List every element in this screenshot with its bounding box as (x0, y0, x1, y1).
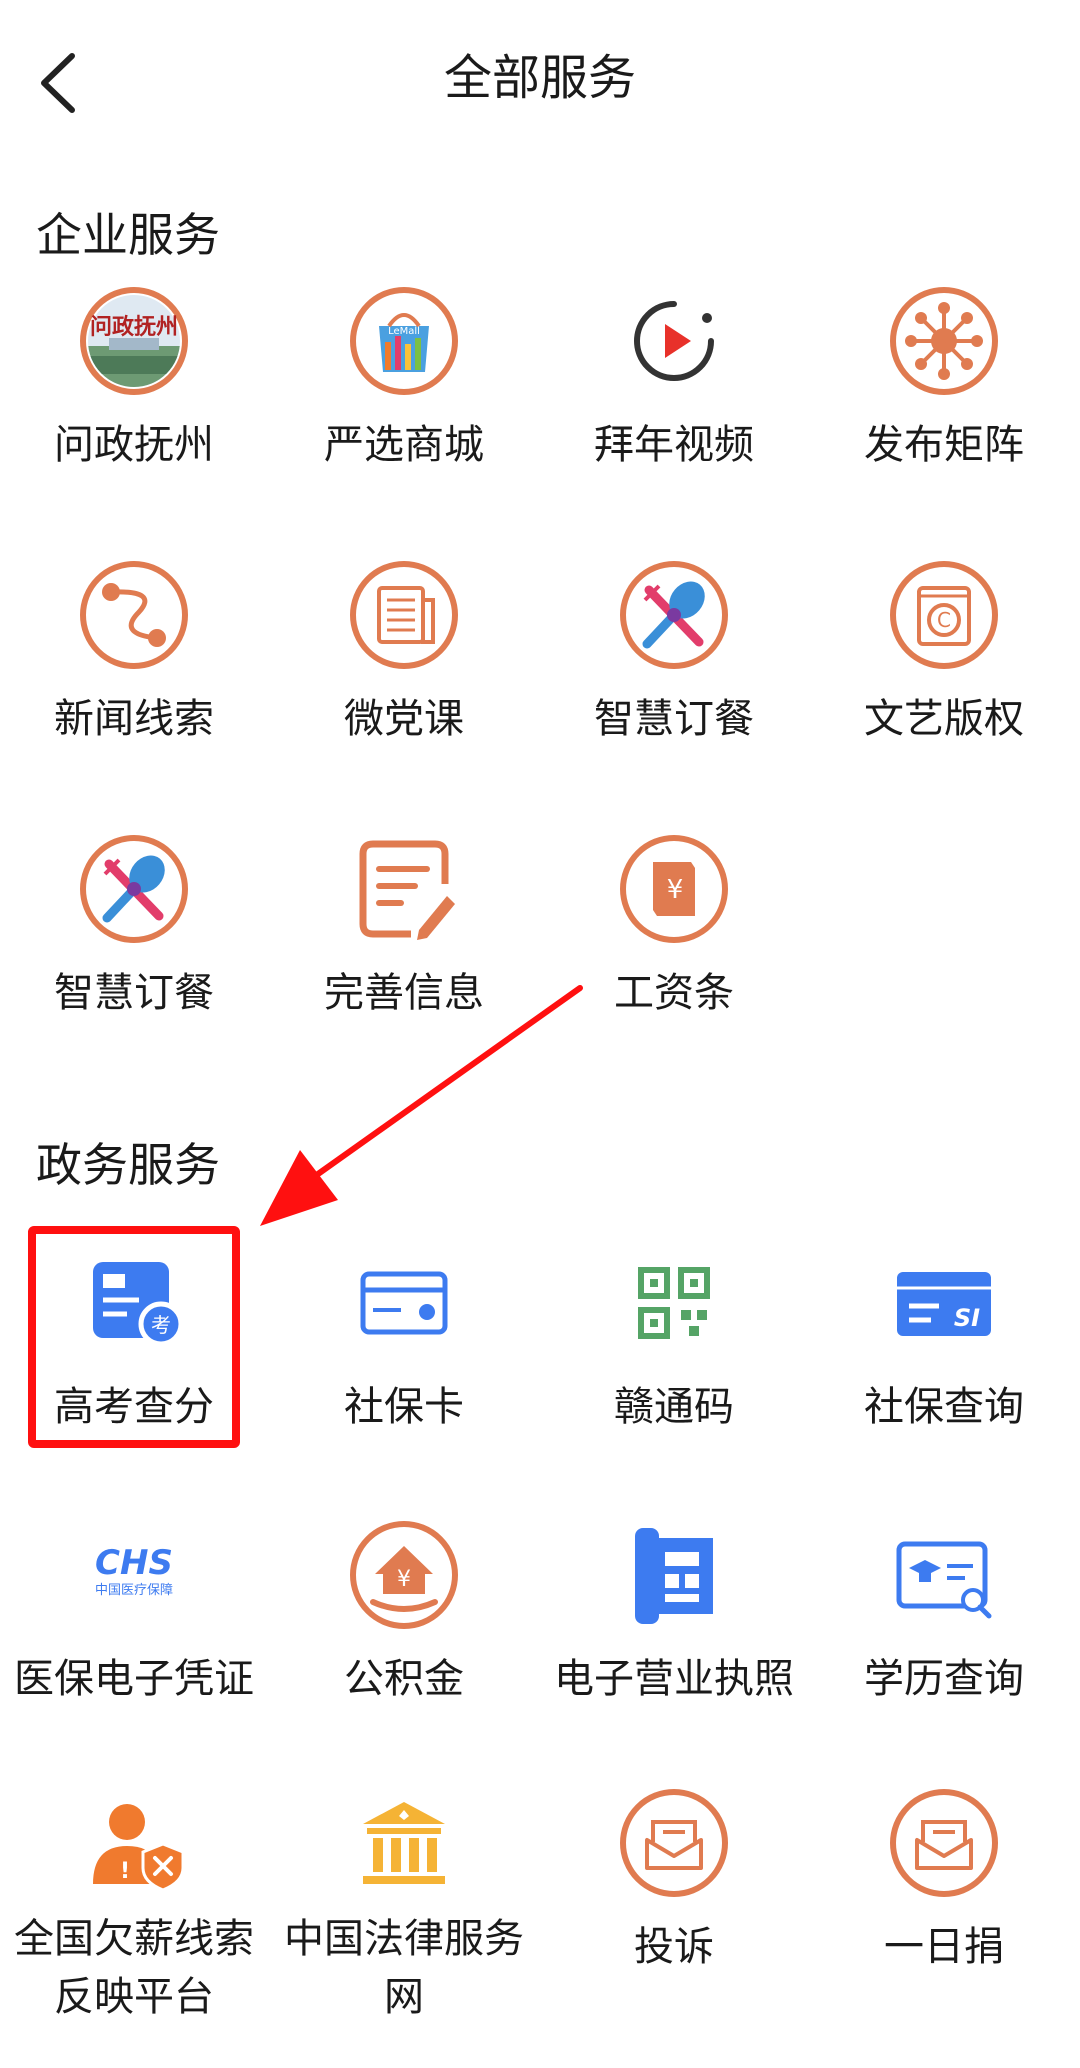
service-label: 学历查询 (864, 1656, 1024, 1702)
copyright-book-icon: C (890, 561, 998, 669)
newspaper-icon (350, 561, 458, 669)
service-item-matrix[interactable]: 发布矩阵 (810, 286, 1078, 486)
chs-logo-text: CHS (95, 1543, 173, 1583)
housing-fund-icon: ¥ (350, 1521, 458, 1629)
wage-arrears-report-icon: ! (93, 1804, 185, 1892)
service-item-complete-info[interactable]: 完善信息 (270, 834, 538, 1034)
business-license-icon (635, 1528, 713, 1624)
service-item-education[interactable]: 学历查询 (810, 1520, 1078, 1720)
service-label: 全国欠薪线索反映平台 (14, 1916, 254, 2020)
service-item-news-clue[interactable]: 新闻线索 (0, 560, 268, 760)
complaint-mail-icon (620, 1789, 728, 1897)
page-title: 全部服务 (443, 50, 636, 106)
donation-mail-icon (890, 1789, 998, 1897)
education-certificate-icon (896, 1541, 992, 1619)
chs-sub-text: 中国医疗保障 (95, 1583, 173, 1598)
court-building-icon (363, 1802, 445, 1884)
service-label: 社保查询 (864, 1384, 1024, 1430)
route-path-icon (80, 561, 188, 669)
service-item-social-query[interactable]: SI 社保查询 (810, 1248, 1078, 1448)
service-label: 发布矩阵 (864, 422, 1024, 468)
spoon-fork-icon (80, 835, 188, 943)
section-title-government: 政务服务 (36, 1138, 220, 1192)
si-card-icon: SI (897, 1272, 991, 1336)
service-item-smart-meal[interactable]: 智慧订餐 (540, 560, 808, 760)
service-item-copyright[interactable]: C 文艺版权 (810, 560, 1078, 760)
svg-text:!: ! (120, 1859, 130, 1884)
service-item-medical-voucher[interactable]: CHS 中国医疗保障 医保电子凭证 (0, 1520, 268, 1720)
service-item-wenzheng[interactable]: 问政抚州 问政抚州 (0, 286, 268, 486)
svg-text:LeMall: LeMall (388, 326, 420, 337)
svg-text:¥: ¥ (397, 1567, 411, 1592)
service-item-donation[interactable]: 一日捐 (810, 1788, 1078, 1988)
service-item-housing-fund[interactable]: ¥ 公积金 (270, 1520, 538, 1720)
si-badge-text: SI (954, 1304, 980, 1332)
service-label: 一日捐 (884, 1924, 1004, 1970)
service-item-smart-meal-2[interactable]: 智慧订餐 (0, 834, 268, 1034)
service-label: 工资条 (614, 970, 734, 1016)
wenzheng-fuzhou-photo-icon: 问政抚州 (80, 287, 188, 395)
svg-text:问政抚州: 问政抚州 (90, 314, 178, 340)
service-item-legal-service[interactable]: 中国法律服务网 (270, 1788, 538, 2020)
exam-score-icon: 考 (93, 1262, 184, 1347)
service-item-business-license[interactable]: 电子营业执照 (540, 1520, 808, 1720)
service-item-gaokao[interactable]: 考 高考查分 (0, 1248, 268, 1448)
network-hub-icon (890, 287, 998, 395)
chs-medical-insurance-icon: CHS 中国医疗保障 (95, 1543, 173, 1598)
service-item-wage-report[interactable]: ! 全国欠薪线索反映平台 (0, 1788, 268, 2020)
yuan-receipt-icon: ¥ (620, 835, 728, 943)
exam-badge-text: 考 (151, 1313, 171, 1337)
service-item-payslip[interactable]: ¥ 工资条 (540, 834, 808, 1034)
service-item-party-class[interactable]: 微党课 (270, 560, 538, 760)
service-item-social-card[interactable]: 社保卡 (270, 1248, 538, 1448)
svg-text:C: C (937, 608, 951, 632)
lemall-shopping-icon: LeMall (350, 287, 458, 395)
service-item-complaint[interactable]: 投诉 (540, 1788, 808, 1988)
top-bar: 全部服务 (0, 0, 1080, 160)
service-label: 中国法律服务网 (284, 1916, 524, 2020)
section-title-enterprise: 企业服务 (36, 208, 220, 262)
service-item-video[interactable]: 拜年视频 (540, 286, 808, 486)
spoon-fork-icon (620, 561, 728, 669)
service-label: 文艺版权 (864, 696, 1024, 742)
svg-text:¥: ¥ (667, 875, 684, 905)
service-item-gantong-code[interactable]: 赣通码 (540, 1248, 808, 1448)
edit-form-icon (359, 840, 455, 940)
social-security-card-icon (360, 1271, 448, 1335)
qr-code-icon (638, 1267, 710, 1339)
service-item-lemall[interactable]: LeMall 严选商城 (270, 286, 538, 486)
play-video-icon (634, 301, 714, 381)
